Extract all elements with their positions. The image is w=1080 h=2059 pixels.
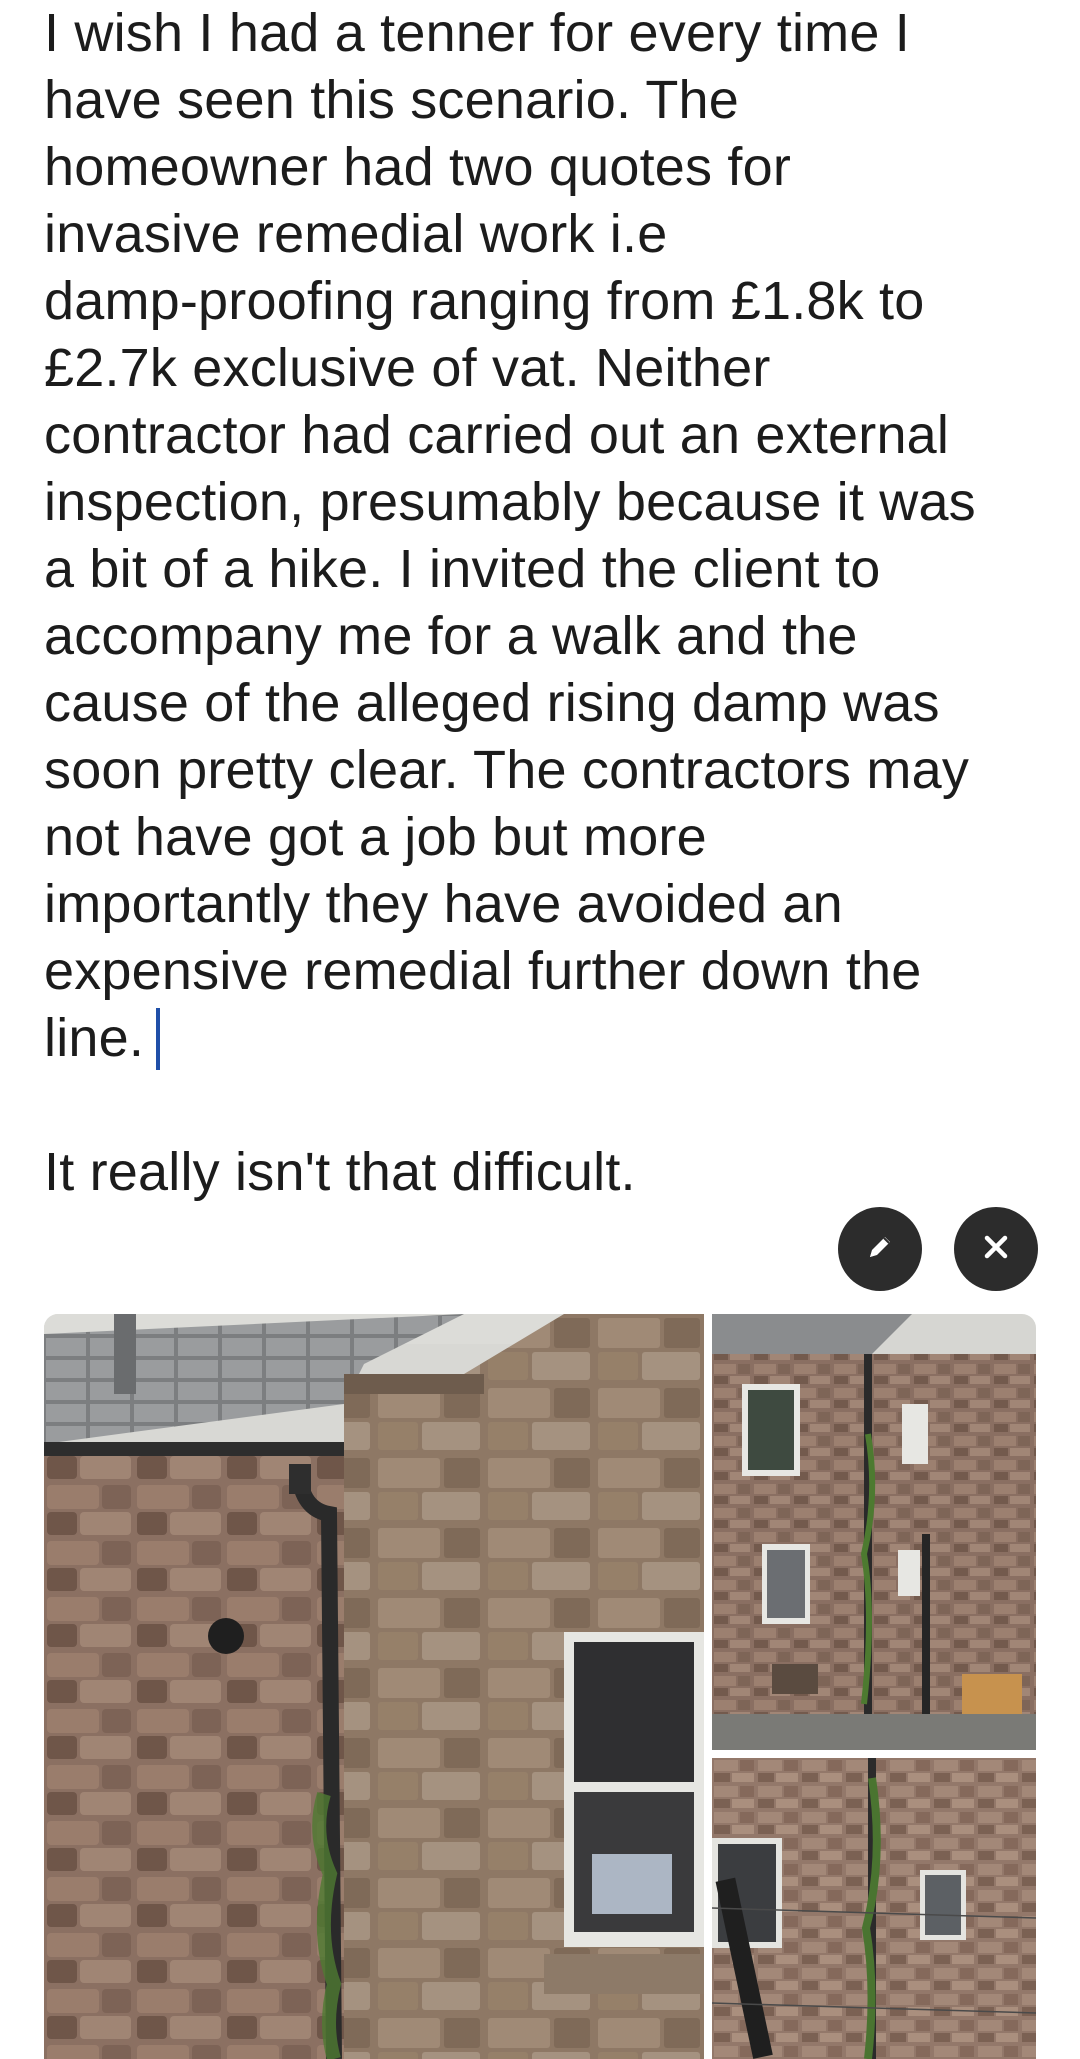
text-line: contractor had carried out an external bbox=[44, 405, 950, 465]
text-line: cause of the alleged rising damp was bbox=[44, 673, 940, 733]
photo-building-wall-closeup[interactable] bbox=[712, 1758, 1036, 2059]
text-line: £2.7k exclusive of vat. Neither bbox=[44, 338, 771, 398]
text-line: accompany me for a walk and the bbox=[44, 606, 858, 666]
photo-gallery bbox=[44, 1314, 1036, 2059]
photo-building-image bbox=[712, 1314, 1036, 1750]
photo-building-rear-elevation[interactable] bbox=[712, 1314, 1036, 1750]
text-line: inspection, presumably because it was bbox=[44, 472, 976, 532]
text-line-last: line. bbox=[44, 1005, 1044, 1072]
text-line: expensive remedial further down the bbox=[44, 941, 922, 1001]
attachment-actions bbox=[838, 1207, 1038, 1291]
close-icon bbox=[976, 1227, 1016, 1272]
text-caret bbox=[156, 1008, 161, 1070]
text-line-content: line. bbox=[44, 1008, 145, 1068]
text-line: not have got a job but more bbox=[44, 807, 707, 867]
photo-wall-closeup-image bbox=[712, 1758, 1036, 2059]
text-line: invasive remedial work i.e bbox=[44, 204, 668, 264]
text-line: damp-proofing ranging from £1.8k to bbox=[44, 271, 925, 331]
photo-stone-wall-downpipe[interactable] bbox=[44, 1314, 704, 2059]
text-line: I wish I had a tenner for every time I bbox=[44, 3, 910, 63]
post-text-paragraph-2[interactable]: It really isn't that difficult. bbox=[44, 1139, 1044, 1206]
photo-stone-wall-image bbox=[44, 1314, 704, 2059]
text-line: homeowner had two quotes for bbox=[44, 137, 792, 197]
edit-photos-button[interactable] bbox=[838, 1207, 922, 1291]
post-composer[interactable]: I wish I had a tenner for every time I h… bbox=[44, 0, 1044, 1206]
remove-photos-button[interactable] bbox=[954, 1207, 1038, 1291]
pencil-icon bbox=[860, 1227, 900, 1272]
text-line: soon pretty clear. The contractors may bbox=[44, 740, 970, 800]
text-line: importantly they have avoided an bbox=[44, 874, 843, 934]
text-line: have seen this scenario. The bbox=[44, 70, 740, 130]
text-line: a bit of a hike. I invited the client to bbox=[44, 539, 881, 599]
post-text-paragraph-1[interactable]: I wish I had a tenner for every time I h… bbox=[44, 0, 1044, 1072]
